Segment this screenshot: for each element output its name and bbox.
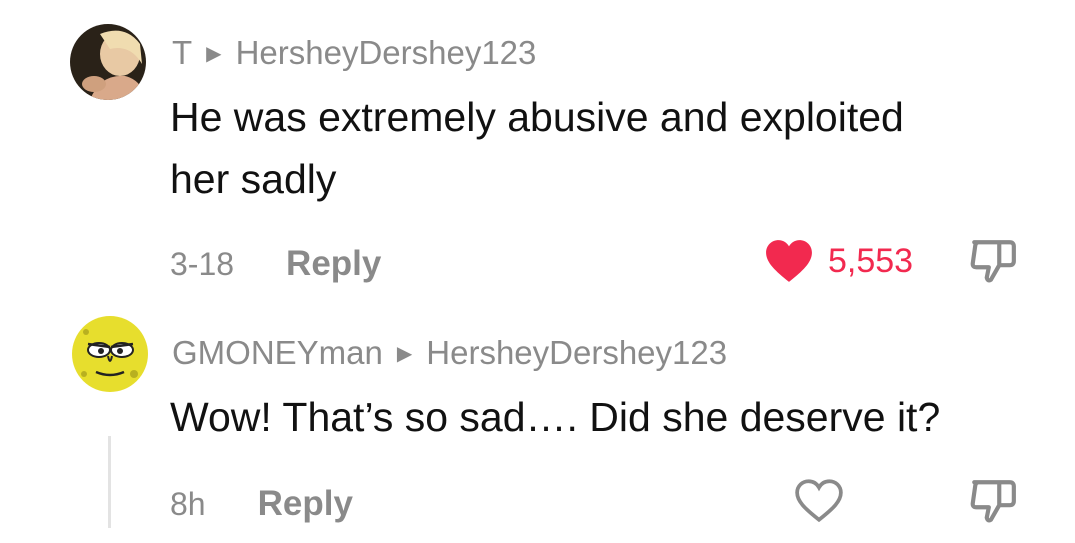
- comment-meta: GMONEYman ▶ HersheyDershey123: [172, 334, 727, 372]
- comment-text: Wow! That’s so sad…. Did she deserve it?: [170, 386, 940, 448]
- comment-date: 8h: [170, 485, 206, 522]
- comment-text-line: Wow! That’s so sad…. Did she deserve it?: [170, 394, 941, 440]
- heart-filled-icon: [766, 240, 812, 282]
- comment-text-line: her sadly: [170, 156, 337, 202]
- comment-footer: 8h Reply: [170, 484, 353, 524]
- cartoon-sponge-avatar-icon: [72, 316, 148, 392]
- reply-button[interactable]: Reply: [286, 244, 381, 284]
- reply-arrow-icon: ▶: [396, 342, 413, 365]
- user-photo-avatar-icon: [70, 24, 146, 100]
- comment-text-line: He was extremely abusive and exploited: [170, 94, 904, 140]
- comment-text: He was extremely abusive and exploited h…: [170, 86, 904, 210]
- comment-date: 3-18: [170, 245, 235, 282]
- author-name[interactable]: T: [172, 34, 192, 72]
- comment-footer: 3-18 Reply: [170, 244, 381, 284]
- thumbs-down-icon: [970, 480, 1016, 523]
- like-button[interactable]: 5,553: [764, 238, 913, 284]
- thumbs-down-icon: [970, 240, 1016, 283]
- comment-meta: T ▶ HersheyDershey123: [172, 34, 536, 72]
- heart-outline-icon: [795, 479, 843, 523]
- author-name[interactable]: GMONEYman: [172, 334, 383, 372]
- user-avatar[interactable]: [72, 316, 148, 392]
- user-avatar[interactable]: [70, 24, 146, 100]
- reply-to-username[interactable]: HersheyDershey123: [236, 34, 537, 72]
- reply-to-username[interactable]: HersheyDershey123: [426, 334, 727, 372]
- dislike-button[interactable]: [968, 236, 1018, 291]
- like-button[interactable]: [794, 478, 844, 524]
- reply-arrow-icon: ▶: [206, 42, 222, 65]
- dislike-button[interactable]: [968, 476, 1018, 531]
- thread-divider: [108, 436, 111, 528]
- like-count: 5,553: [828, 241, 914, 280]
- reply-button[interactable]: Reply: [258, 484, 353, 524]
